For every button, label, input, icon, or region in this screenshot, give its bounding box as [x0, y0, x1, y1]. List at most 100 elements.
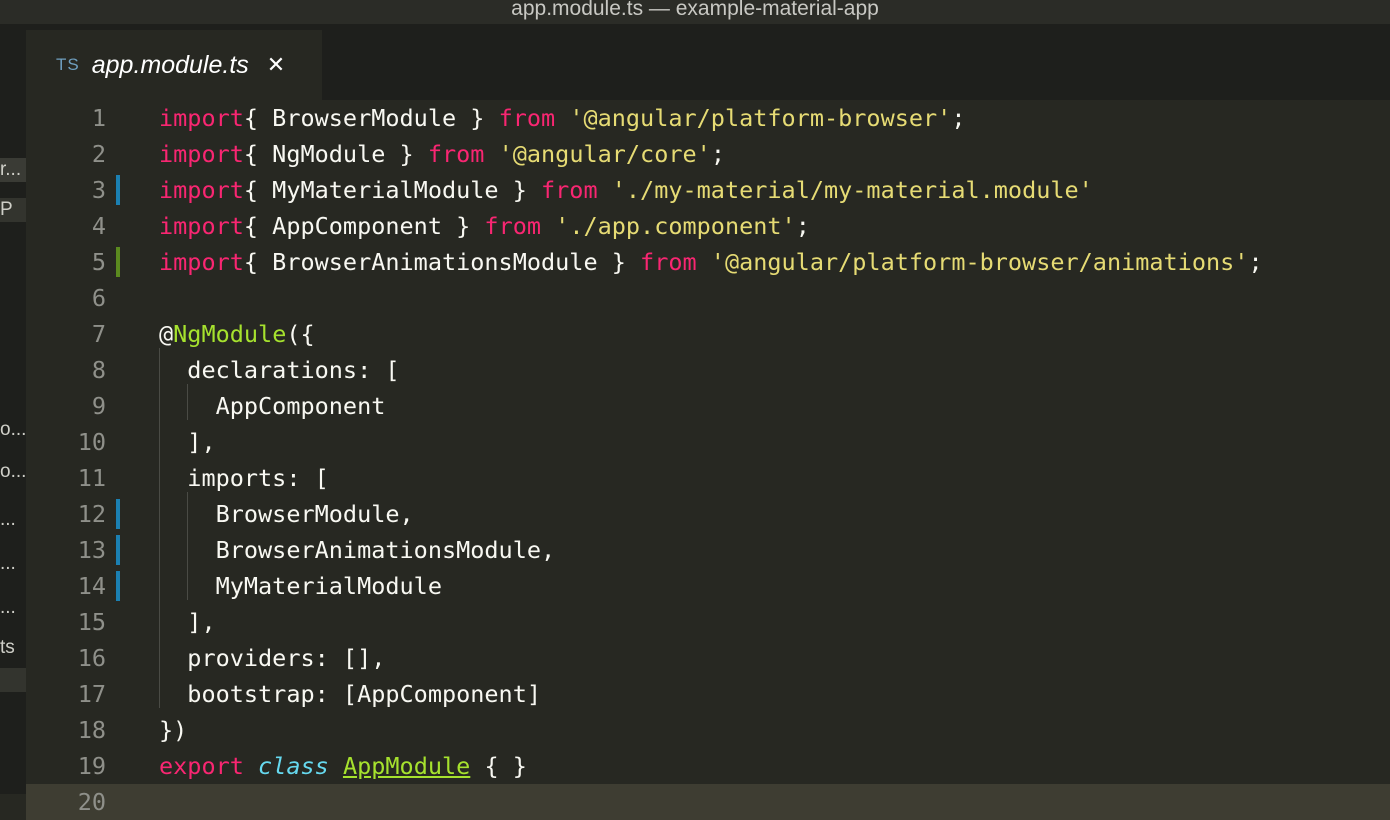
code-token: bootstrap: [AppComponent]: [159, 680, 542, 708]
line-number: 3: [91, 176, 106, 204]
code-line[interactable]: 12 BrowserModule,: [26, 496, 1390, 532]
code-line[interactable]: 8 declarations: [: [26, 352, 1390, 388]
code-line[interactable]: 15 ],: [26, 604, 1390, 640]
code-line[interactable]: 11 imports: [: [26, 460, 1390, 496]
code-token: @: [159, 320, 174, 348]
code-token: providers: [],: [159, 644, 386, 672]
code-text: import{ AppComponent } from './app.compo…: [159, 208, 810, 244]
code-token: NgModule: [173, 320, 287, 348]
code-line[interactable]: 13 BrowserAnimationsModule,: [26, 532, 1390, 568]
git-modified-marker: [116, 535, 120, 565]
code-token: imports: [: [159, 464, 329, 492]
code-token: declarations: [: [159, 356, 400, 384]
tab-label: app.module.ts: [91, 50, 249, 79]
code-editor[interactable]: 1 import{ BrowserModule } from '@angular/…: [26, 100, 1390, 820]
line-number: 13: [77, 536, 106, 564]
sidebar-item[interactable]: P: [0, 198, 26, 222]
code-token: import: [159, 104, 244, 132]
code-token: './my-material/my-material.module': [611, 176, 1093, 204]
sidebar-item[interactable]: [0, 668, 26, 692]
code-token: MyMaterialModule: [159, 572, 442, 600]
code-text: bootstrap: [AppComponent]: [159, 676, 541, 712]
line-number: 16: [77, 644, 106, 672]
code-token: import: [159, 248, 244, 276]
code-token: ],: [159, 428, 216, 456]
git-modified-marker: [116, 571, 120, 601]
line-number: 5: [91, 248, 106, 276]
code-token: import: [159, 140, 244, 168]
code-line[interactable]: 5 import{ BrowserAnimationsModule } from …: [26, 244, 1390, 280]
line-number: 19: [77, 752, 106, 780]
code-line[interactable]: 10 ],: [26, 424, 1390, 460]
code-token: ],: [159, 608, 216, 636]
code-line[interactable]: 19 export class AppModule { }: [26, 748, 1390, 784]
close-icon[interactable]: ✕: [267, 53, 285, 78]
code-line[interactable]: 4 import{ AppComponent } from './app.comp…: [26, 208, 1390, 244]
sidebar-item[interactable]: ...: [0, 596, 26, 620]
code-token: './app.component': [555, 212, 796, 240]
code-text: BrowserAnimationsModule,: [159, 532, 556, 568]
code-line[interactable]: 17 bootstrap: [AppComponent]: [26, 676, 1390, 712]
line-number: 7: [91, 320, 106, 348]
code-text: ],: [159, 604, 216, 640]
code-token: '@angular/platform-browser/animations': [710, 248, 1249, 276]
code-token: { NgModule }: [243, 140, 428, 168]
code-token: }): [159, 716, 188, 744]
code-text: MyMaterialModule: [159, 568, 442, 604]
code-line[interactable]: 18}): [26, 712, 1390, 748]
code-token: from: [541, 176, 598, 204]
typescript-file-icon: TS: [56, 55, 80, 74]
code-token: BrowserAnimationsModule,: [159, 536, 556, 564]
code-text: }): [159, 712, 187, 748]
code-text: declarations: [: [159, 352, 400, 388]
code-token: { }: [470, 752, 527, 780]
code-text: export class AppModule { }: [159, 748, 527, 784]
code-text: ],: [159, 424, 216, 460]
code-line[interactable]: 1 import{ BrowserModule } from '@angular/…: [26, 100, 1390, 136]
code-text: BrowserModule,: [159, 496, 414, 532]
sidebar-item[interactable]: ts: [0, 636, 26, 660]
git-added-marker: [116, 247, 120, 277]
line-number: 8: [91, 356, 106, 384]
code-line[interactable]: 3 import{ MyMaterialModule } from './my-m…: [26, 172, 1390, 208]
code-line[interactable]: 20: [26, 784, 1390, 820]
code-line[interactable]: 14 MyMaterialModule: [26, 568, 1390, 604]
code-line[interactable]: 7 @NgModule({: [26, 316, 1390, 352]
code-line[interactable]: 6: [26, 280, 1390, 316]
sidebar-item[interactable]: o...: [0, 460, 26, 484]
code-token: import: [159, 212, 244, 240]
line-number: 15: [77, 608, 106, 636]
code-line[interactable]: 16 providers: [],: [26, 640, 1390, 676]
code-token: from: [640, 248, 697, 276]
git-modified-marker: [116, 499, 120, 529]
git-modified-marker: [116, 175, 120, 205]
window-title: app.module.ts — example-material-app: [511, 0, 879, 20]
code-token: import: [159, 176, 244, 204]
code-line[interactable]: 2 import{ NgModule } from '@angular/core'…: [26, 136, 1390, 172]
line-number: 14: [77, 572, 106, 600]
code-token: ;: [951, 104, 966, 132]
code-token: from: [484, 212, 542, 240]
code-token: { BrowserAnimationsModule }: [243, 248, 641, 276]
code-token: BrowserModule,: [159, 500, 414, 528]
code-token: ;: [795, 212, 810, 240]
sidebar-item[interactable]: r...: [0, 158, 26, 182]
code-token: '@angular/platform-browser': [569, 104, 952, 132]
code-text: providers: [],: [159, 640, 385, 676]
sidebar-item[interactable]: o...: [0, 418, 26, 442]
code-line[interactable]: 9 AppComponent: [26, 388, 1390, 424]
sidebar-item[interactable]: ...: [0, 552, 26, 576]
sidebar-item[interactable]: ...: [0, 508, 26, 532]
code-token: ;: [1248, 248, 1263, 276]
tab-app-module[interactable]: TS app.module.ts ✕: [26, 30, 322, 100]
code-token: AppModule: [342, 752, 471, 780]
code-token: class: [258, 752, 329, 780]
code-text: @NgModule({: [159, 316, 315, 352]
